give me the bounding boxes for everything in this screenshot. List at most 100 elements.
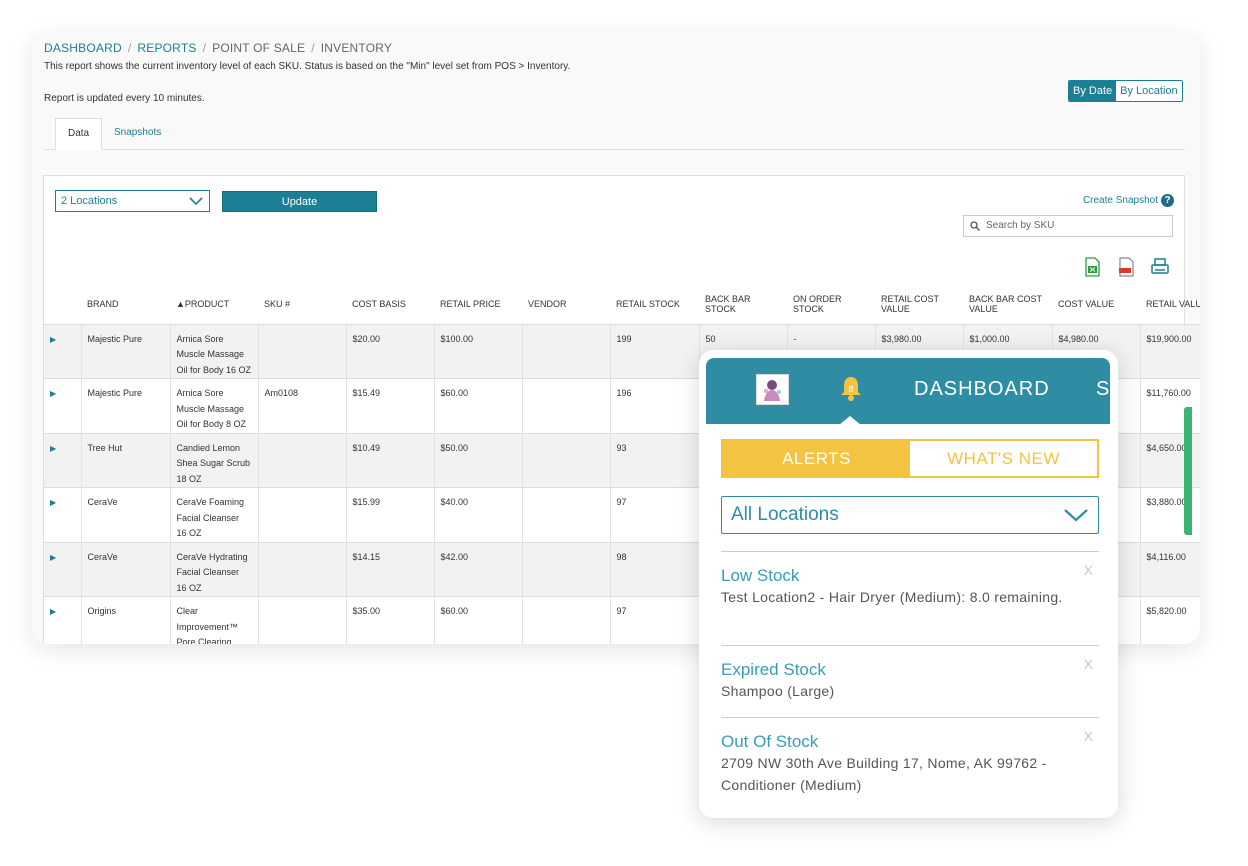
breadcrumb-separator: / xyxy=(202,41,207,55)
popup-title-next[interactable]: S xyxy=(1096,378,1109,401)
cell-sku xyxy=(258,596,347,644)
notification-bell-icon[interactable]: 8 xyxy=(839,375,863,402)
cell-cost-basis: $15.99 xyxy=(346,487,435,543)
cell-brand: Majestic Pure xyxy=(81,324,171,379)
alert-title: Out Of Stock xyxy=(721,732,819,751)
all-locations-select[interactable]: All Locations xyxy=(721,496,1099,534)
cell-retail-price: $60.00 xyxy=(434,378,523,434)
by-date-button[interactable]: By Date xyxy=(1069,81,1117,101)
breadcrumb-separator: / xyxy=(311,41,315,55)
tab-whats-new[interactable]: WHAT'S NEW xyxy=(910,441,1097,476)
column-header-vendor[interactable]: VENDOR xyxy=(522,284,610,325)
brand-logo xyxy=(756,374,789,405)
cell-product: Arnica Sore Muscle Massage Oil for Body … xyxy=(170,378,259,434)
cell-retail-price: $42.00 xyxy=(434,542,523,597)
help-icon[interactable]: ? xyxy=(1161,194,1174,207)
notification-count: 8 xyxy=(848,384,853,394)
update-note: Report is updated every 10 minutes. xyxy=(44,93,205,104)
tab-bar: Data Snapshots xyxy=(44,118,1185,150)
breadcrumb-inventory: INVENTORY xyxy=(320,41,393,55)
cell-vendor xyxy=(522,324,611,379)
tab-alerts[interactable]: ALERTS xyxy=(723,441,910,476)
excel-export-icon[interactable] xyxy=(1082,257,1102,277)
alert-item-expired-stock[interactable]: Expired Stock Shampoo (Large) X xyxy=(721,645,1099,702)
expand-arrow-icon[interactable]: ▶ xyxy=(50,335,56,344)
expand-row-cell[interactable]: ▶ xyxy=(44,378,82,434)
cell-vendor xyxy=(522,487,611,543)
breadcrumb-point-of-sale: POINT OF SALE xyxy=(212,41,306,55)
expand-row-cell[interactable]: ▶ xyxy=(44,542,82,597)
table-header-row: BRAND ▲PRODUCT SKU # COST BASIS RETAIL P… xyxy=(44,284,1200,325)
by-location-button[interactable]: By Location xyxy=(1116,81,1182,101)
report-description: This report shows the current inventory … xyxy=(44,61,571,72)
cell-retail-value: $4,116.00 xyxy=(1140,542,1200,597)
expand-row-cell[interactable]: ▶ xyxy=(44,324,82,379)
side-indicator-strip xyxy=(1184,407,1192,535)
dismiss-icon[interactable]: X xyxy=(1084,656,1093,672)
cell-retail-price: $100.00 xyxy=(434,324,523,379)
location-select[interactable]: 2 Locations xyxy=(55,190,210,212)
tab-snapshots[interactable]: Snapshots xyxy=(102,118,173,150)
column-header-cost-basis[interactable]: COST BASIS xyxy=(346,284,434,325)
expand-arrow-icon[interactable]: ▶ xyxy=(50,498,56,507)
column-header-brand[interactable]: BRAND xyxy=(81,284,170,325)
column-header-sku[interactable]: SKU # xyxy=(258,284,346,325)
cell-cost-basis: $15.49 xyxy=(346,378,435,434)
cell-cost-basis: $35.00 xyxy=(346,596,435,644)
create-snapshot-label: Create Snapshot xyxy=(1082,195,1158,206)
column-header-retail-cost-value[interactable]: RETAIL COST VALUE xyxy=(875,284,963,325)
pdf-export-icon[interactable] xyxy=(1116,257,1136,277)
dismiss-icon[interactable]: X xyxy=(1084,728,1093,744)
cell-retail-price: $60.00 xyxy=(434,596,523,644)
cell-sku xyxy=(258,487,347,543)
search-icon xyxy=(970,221,980,231)
alert-body: Shampoo (Large) xyxy=(721,683,835,699)
popup-title[interactable]: DASHBOARD xyxy=(914,378,1050,401)
cell-product: CeraVe Hydrating Facial Cleanser 16 OZ xyxy=(170,542,259,597)
cell-retail-price: $50.00 xyxy=(434,433,523,488)
cell-vendor xyxy=(522,433,611,488)
expand-row-cell[interactable]: ▶ xyxy=(44,596,82,644)
expand-arrow-icon[interactable]: ▶ xyxy=(50,553,56,562)
alerts-popup: 8 DASHBOARD S ALERTS WHAT'S NEW All Loca… xyxy=(699,350,1118,818)
alert-body: 2709 NW 30th Ave Building 17, Nome, AK 9… xyxy=(721,755,1047,793)
expand-row-cell[interactable]: ▶ xyxy=(44,487,82,543)
column-header-cost-value[interactable]: COST VALUE xyxy=(1052,284,1140,325)
view-toggle: By Date By Location xyxy=(1068,80,1183,102)
chevron-down-icon xyxy=(189,197,203,206)
alert-item-low-stock[interactable]: Low Stock Test Location2 - Hair Dryer (M… xyxy=(721,551,1099,608)
expand-arrow-icon[interactable]: ▶ xyxy=(50,389,56,398)
column-header-back-bar-stock[interactable]: BACK BAR STOCK xyxy=(699,284,787,325)
sku-search-placeholder: Search by SKU xyxy=(986,220,1055,231)
cell-product: Candied Lemon Shea Sugar Scrub 18 OZ xyxy=(170,433,259,488)
expand-arrow-icon[interactable]: ▶ xyxy=(50,607,56,616)
tab-data[interactable]: Data xyxy=(55,118,103,150)
expand-arrow-icon[interactable]: ▶ xyxy=(50,444,56,453)
cell-cost-basis: $20.00 xyxy=(346,324,435,379)
cell-brand: Majestic Pure xyxy=(81,378,171,434)
column-header-retail-price[interactable]: RETAIL PRICE xyxy=(434,284,522,325)
cell-brand: Tree Hut xyxy=(81,433,171,488)
cell-brand: CeraVe xyxy=(81,542,171,597)
alert-item-out-of-stock[interactable]: Out Of Stock 2709 NW 30th Ave Building 1… xyxy=(721,717,1099,796)
cell-retail-value: $5,820.00 xyxy=(1140,596,1200,644)
cell-retail-stock: 97 xyxy=(610,596,700,644)
cell-cost-basis: $14.15 xyxy=(346,542,435,597)
column-header-retail-stock[interactable]: RETAIL STOCK xyxy=(610,284,699,325)
column-header-product[interactable]: ▲PRODUCT xyxy=(170,284,258,325)
breadcrumb-reports[interactable]: REPORTS xyxy=(137,41,196,55)
sku-search-input[interactable]: Search by SKU xyxy=(963,215,1173,237)
alerts-tab-switch: ALERTS WHAT'S NEW xyxy=(721,439,1099,478)
column-header-retail-value[interactable]: RETAIL VALUE xyxy=(1140,284,1200,325)
cell-retail-stock: 196 xyxy=(610,378,700,434)
breadcrumb: DASHBOARD / REPORTS / POINT OF SALE / INVENTOR… xyxy=(44,41,392,55)
expand-row-cell[interactable]: ▶ xyxy=(44,433,82,488)
update-button[interactable]: Update xyxy=(222,191,377,212)
create-snapshot-link[interactable]: Create Snapshot ? xyxy=(1083,194,1174,207)
cell-brand: CeraVe xyxy=(81,487,171,543)
print-icon[interactable] xyxy=(1150,257,1170,277)
column-header-back-bar-cost-value[interactable]: BACK BAR COST VALUE xyxy=(963,284,1052,325)
dismiss-icon[interactable]: X xyxy=(1084,562,1093,578)
column-header-on-order-stock[interactable]: ON ORDER STOCK xyxy=(787,284,875,325)
breadcrumb-dashboard[interactable]: DASHBOARD xyxy=(44,41,122,55)
